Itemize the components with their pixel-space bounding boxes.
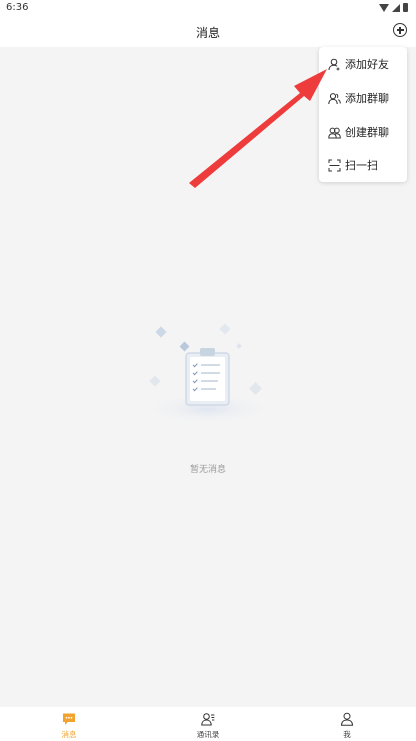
tab-label: 我 [343,730,351,739]
contacts-icon [201,713,215,726]
clipboard-empty-icon [140,323,276,425]
tab-label: 消息 [61,730,77,739]
message-icon [63,713,75,725]
tab-label: 通讯录 [196,730,220,739]
tab-me[interactable]: 我 [307,707,387,741]
tab-contacts[interactable]: 通讯录 [168,707,248,741]
tab-bar: 消息 通讯录 我 [0,707,416,741]
tab-messages[interactable]: 消息 [29,707,109,741]
person-icon [340,712,354,726]
empty-state-text: 暂无消息 [189,465,226,475]
